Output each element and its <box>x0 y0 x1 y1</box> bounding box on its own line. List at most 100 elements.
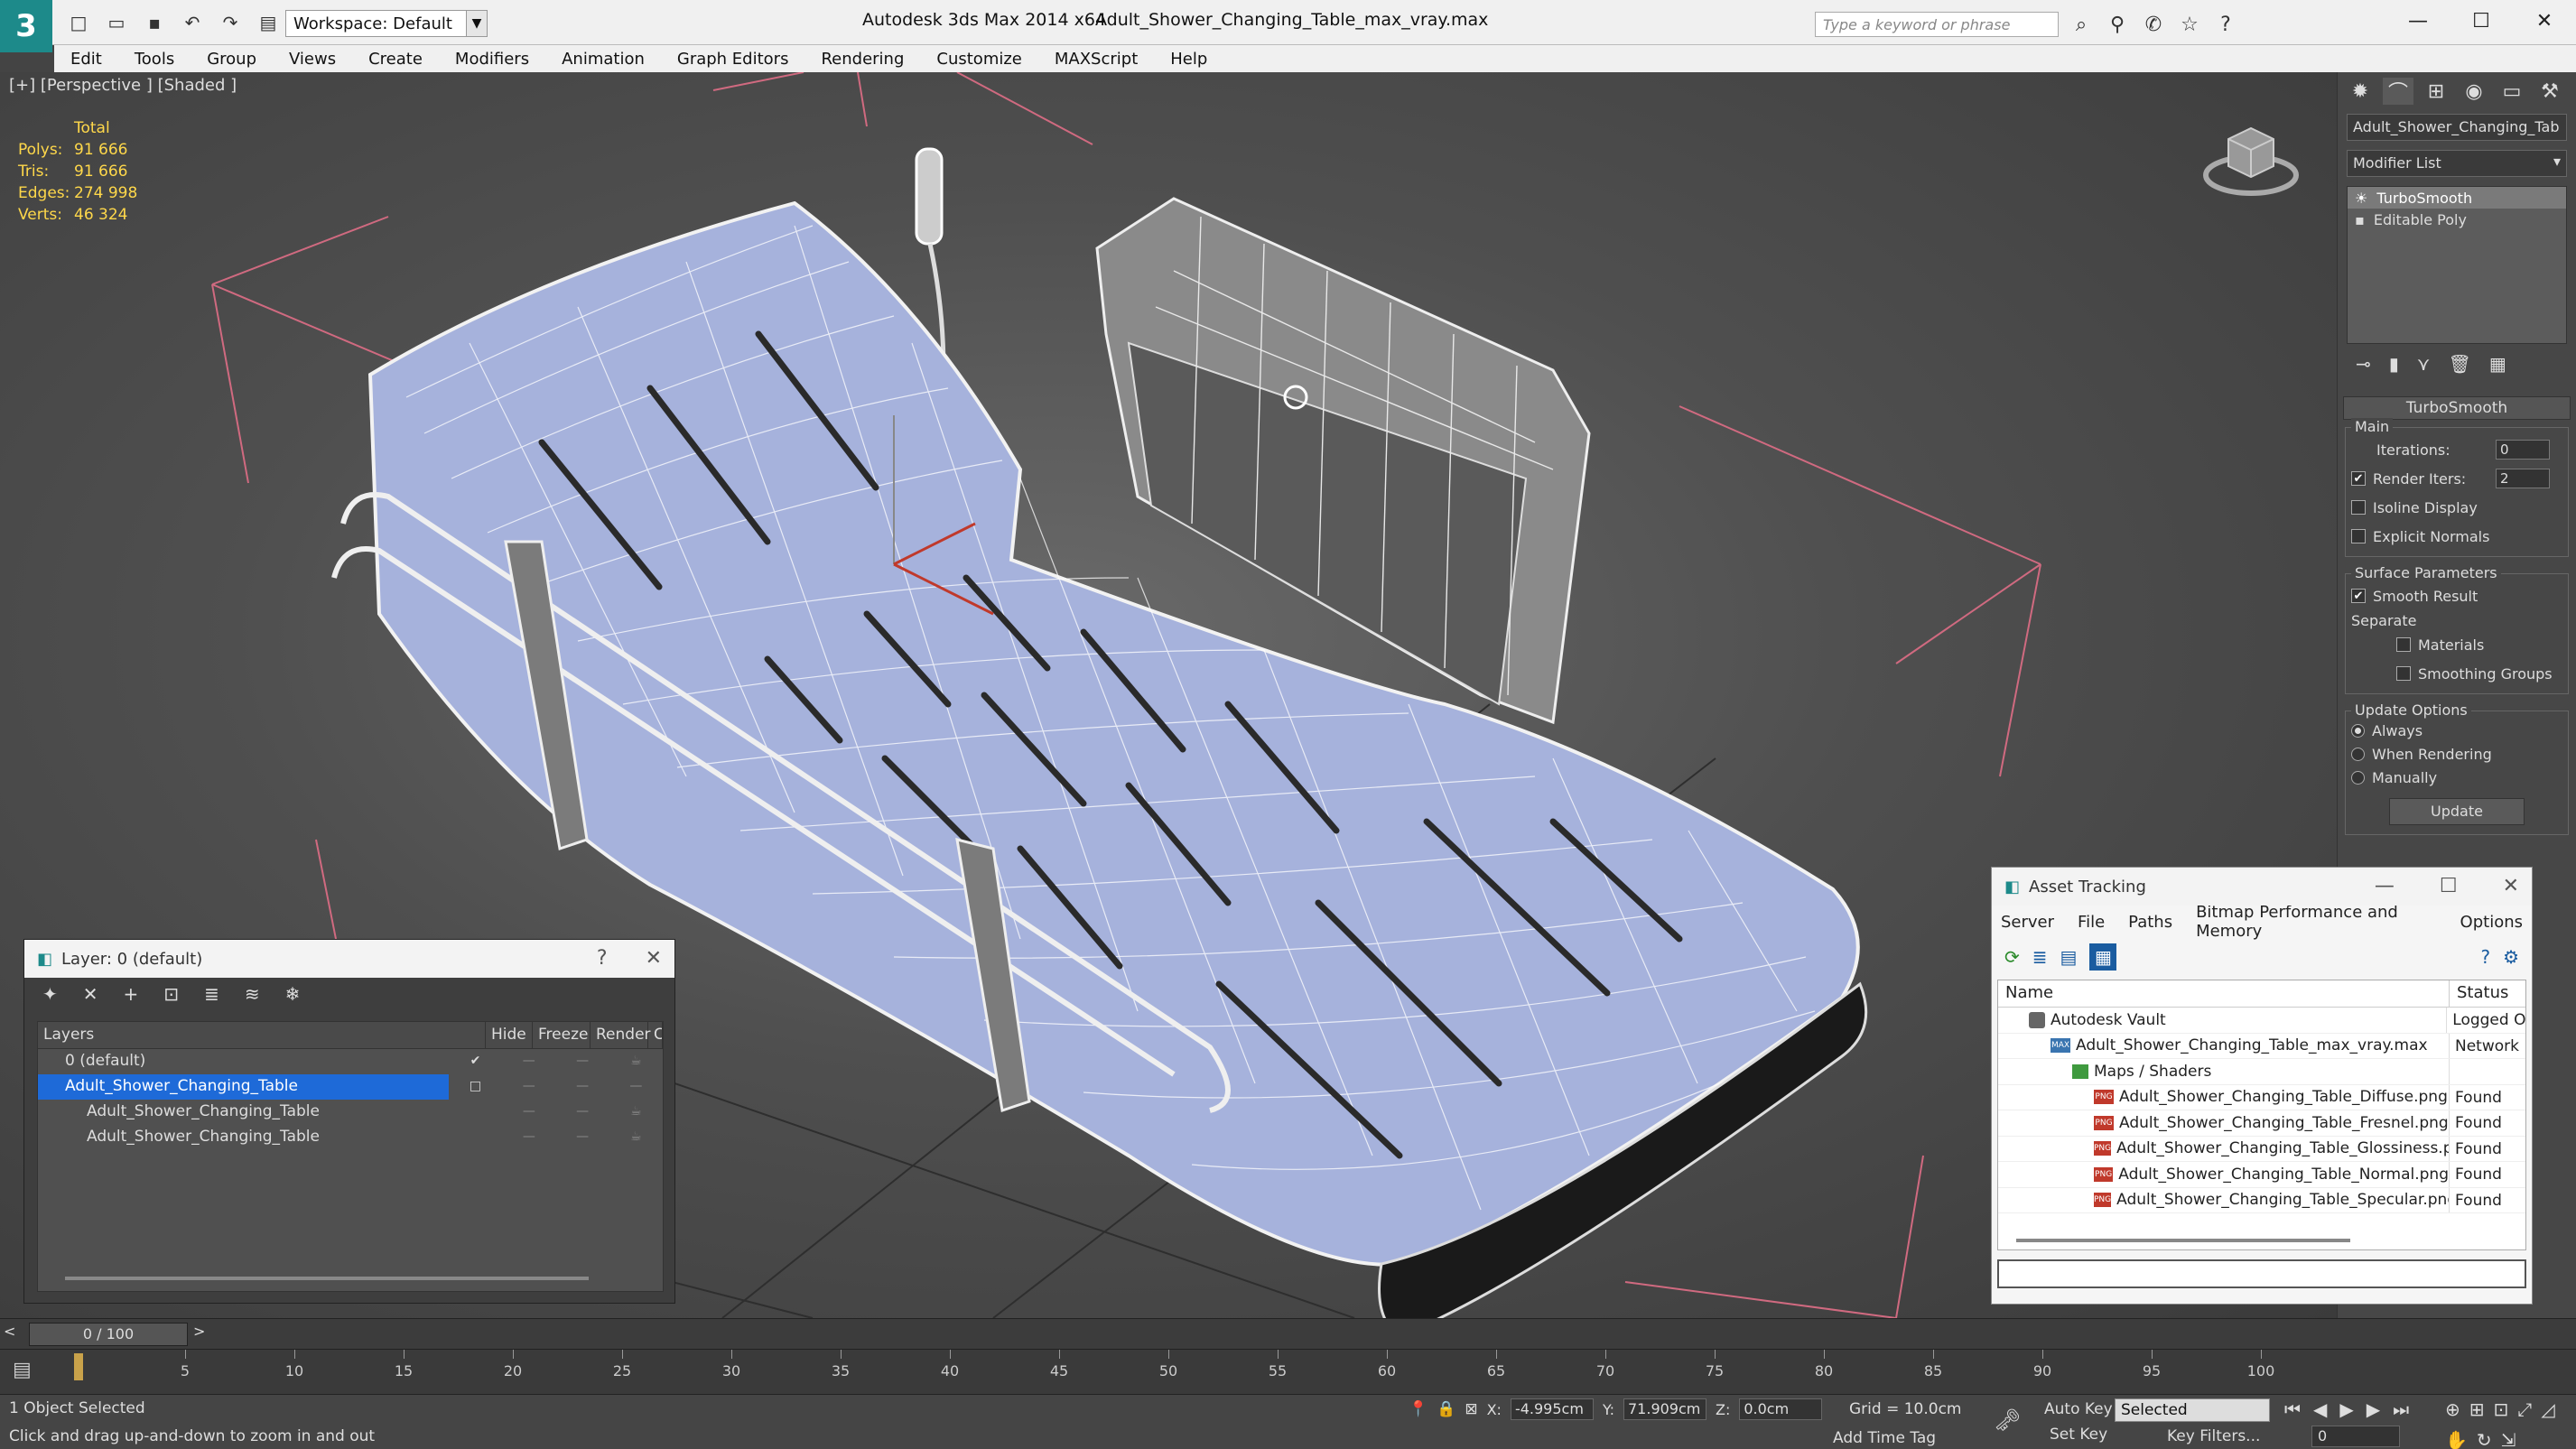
show-end-result-icon[interactable]: ▮ <box>2389 353 2399 375</box>
table-view-icon[interactable]: ▤ <box>2060 946 2078 968</box>
maximize-icon[interactable]: ☐ <box>2450 0 2513 42</box>
asset-menu-file[interactable]: File <box>2078 913 2105 932</box>
hide-toggle[interactable]: — <box>502 1100 555 1125</box>
open-file-icon[interactable]: ▭ <box>101 9 132 36</box>
refresh-icon[interactable]: ⟳ <box>2004 946 2020 968</box>
hide-toggle[interactable]: — <box>502 1074 555 1100</box>
col-color[interactable]: C <box>648 1022 663 1048</box>
viewport-label[interactable]: [+] [Perspective ] [Shaded ] <box>9 76 237 95</box>
object-name[interactable]: Adult_Shower_Changing_Table <box>38 1125 449 1150</box>
asset-row[interactable]: Maps / Shaders <box>1998 1059 2525 1085</box>
asset-row[interactable]: PNG Adult_Shower_Changing_Table_Specular.… <box>1998 1187 2525 1213</box>
add-to-layer-icon[interactable]: + <box>124 983 139 1007</box>
col-name[interactable]: Name <box>1998 980 2450 1007</box>
layer-row[interactable]: Adult_Shower_Changing_Table □ — — — <box>38 1074 663 1100</box>
render-toggle[interactable]: — <box>609 1074 663 1100</box>
render-iters-checkbox[interactable]: ✔ <box>2351 471 2366 486</box>
asset-path-field[interactable] <box>1997 1259 2526 1288</box>
project-folder-icon[interactable]: ▤ <box>253 9 284 36</box>
favorites-icon[interactable]: ☆ <box>2176 11 2203 38</box>
time-slider[interactable]: < 0 / 100 > <box>0 1318 2576 1349</box>
render-iters-spinner[interactable]: 2 <box>2496 469 2550 488</box>
col-freeze[interactable]: Freeze <box>533 1022 591 1048</box>
utilities-tab-icon[interactable]: ⚒ <box>2534 78 2565 105</box>
create-layer-icon[interactable]: ✦ <box>42 983 58 1007</box>
freeze-toggle[interactable]: — <box>555 1049 609 1074</box>
current-frame-field[interactable]: 0 <box>2311 1426 2400 1447</box>
zoom-all-icon[interactable]: ⊞ <box>2469 1398 2485 1420</box>
help-icon[interactable]: ? <box>597 947 608 970</box>
settings-icon[interactable]: ⚙ <box>2503 946 2519 968</box>
render-teapot-icon[interactable]: ☕ <box>609 1049 663 1074</box>
asset-row[interactable]: PNG Adult_Shower_Changing_Table_Fresnel.p… <box>1998 1110 2525 1137</box>
create-tab-icon[interactable]: ✹ <box>2345 78 2376 105</box>
app-logo-icon[interactable]: 3 <box>0 0 52 52</box>
menu-edit[interactable]: Edit <box>54 50 118 69</box>
layer-dialog-titlebar[interactable]: ◧ Layer: 0 (default) ? ✕ <box>24 940 674 978</box>
manually-radio[interactable] <box>2351 770 2365 785</box>
key-icon[interactable]: 🗝 <box>1994 1407 2021 1433</box>
asset-row[interactable]: PNG Adult_Shower_Changing_Table_Normal.pn… <box>1998 1162 2525 1188</box>
next-frame-icon[interactable]: ▶ <box>2367 1398 2380 1420</box>
x-coordinate-field[interactable]: -4.995cm <box>1510 1398 1594 1420</box>
communication-icon[interactable]: ✆ <box>2140 11 2167 38</box>
menu-create[interactable]: Create <box>352 50 439 69</box>
asset-row[interactable]: Autodesk Vault Logged O <box>1998 1008 2525 1034</box>
menu-views[interactable]: Views <box>273 50 352 69</box>
hierarchy-tab-icon[interactable]: ⊞ <box>2421 78 2451 105</box>
layer-name[interactable]: 0 (default) <box>38 1049 449 1074</box>
stack-item-turbosmooth[interactable]: ☀ TurboSmooth <box>2348 187 2566 209</box>
asset-horizontal-scrollbar[interactable] <box>2016 1239 2350 1242</box>
smooth-result-checkbox[interactable]: ✔ <box>2351 589 2366 603</box>
turbosmooth-rollout-header[interactable]: TurboSmooth <box>2343 396 2571 420</box>
render-teapot-icon[interactable]: ☕ <box>609 1100 663 1125</box>
workspace-menu-icon[interactable]: ▼ <box>466 10 488 37</box>
iterations-spinner[interactable]: 0 <box>2496 440 2550 460</box>
delete-layer-icon[interactable]: ✕ <box>83 983 98 1007</box>
set-key-button[interactable]: Set Key <box>2050 1426 2107 1444</box>
menu-tools[interactable]: Tools <box>118 50 191 69</box>
orbit-icon[interactable]: ↻ <box>2477 1429 2492 1449</box>
absolute-mode-icon[interactable]: ⊠ <box>1465 1400 1477 1418</box>
asset-dialog-titlebar[interactable]: ◧ Asset Tracking — ☐ ✕ <box>1992 868 2532 906</box>
minimize-icon[interactable]: — <box>2386 0 2450 42</box>
smoothing-groups-checkbox[interactable] <box>2396 666 2411 681</box>
key-filters-button[interactable]: Key Filters... <box>2167 1427 2260 1445</box>
redo-icon[interactable]: ↷ <box>215 9 246 36</box>
menu-customize[interactable]: Customize <box>920 50 1037 69</box>
close-icon[interactable]: ✕ <box>2503 875 2519 897</box>
maximize-icon[interactable]: ☐ <box>2440 875 2458 897</box>
hide-all-icon[interactable]: ≋ <box>245 983 260 1007</box>
freeze-toggle[interactable]: — <box>555 1125 609 1150</box>
stack-item-editable-poly[interactable]: ▪ Editable Poly <box>2348 209 2566 230</box>
time-slider-next[interactable]: > <box>193 1323 205 1340</box>
new-file-icon[interactable]: □ <box>63 9 94 36</box>
asset-menu-paths[interactable]: Paths <box>2128 913 2172 932</box>
object-name-field[interactable]: Adult_Shower_Changing_Tab <box>2347 114 2567 141</box>
hide-toggle[interactable]: — <box>502 1049 555 1074</box>
go-to-start-icon[interactable]: ⏮ <box>2284 1398 2301 1420</box>
field-of-view-icon[interactable]: ◿ <box>2541 1398 2554 1420</box>
select-in-layer-icon[interactable]: ⊡ <box>163 983 179 1007</box>
viewcube-icon[interactable] <box>2201 112 2301 202</box>
help-icon[interactable]: ? <box>2212 11 2239 38</box>
previous-frame-icon[interactable]: ◀ <box>2313 1398 2327 1420</box>
auto-key-button[interactable]: Auto Key <box>2044 1400 2113 1418</box>
isoline-display-checkbox[interactable] <box>2351 500 2366 515</box>
when-rendering-radio[interactable] <box>2351 747 2365 761</box>
col-layers[interactable]: Layers <box>38 1022 486 1048</box>
current-layer-box-icon[interactable]: □ <box>449 1074 502 1100</box>
update-button[interactable]: Update <box>2389 798 2525 825</box>
z-coordinate-field[interactable]: 0.0cm <box>1739 1398 1823 1420</box>
menu-help[interactable]: Help <box>1154 50 1223 69</box>
curve-editor-icon[interactable]: ▤ <box>13 1359 32 1381</box>
search-input[interactable]: Type a keyword or phrase <box>1815 12 2059 37</box>
bulb-icon[interactable]: ☀ <box>2355 190 2367 207</box>
close-icon[interactable]: ✕ <box>2513 0 2576 42</box>
explicit-normals-checkbox[interactable] <box>2351 529 2366 543</box>
display-tab-icon[interactable]: ▭ <box>2497 78 2527 105</box>
binoculars-icon[interactable]: ⌕ <box>2068 11 2095 38</box>
layer-name[interactable]: Adult_Shower_Changing_Table <box>38 1074 449 1100</box>
make-unique-icon[interactable]: ⋎ <box>2417 353 2431 375</box>
always-radio[interactable] <box>2351 723 2365 738</box>
